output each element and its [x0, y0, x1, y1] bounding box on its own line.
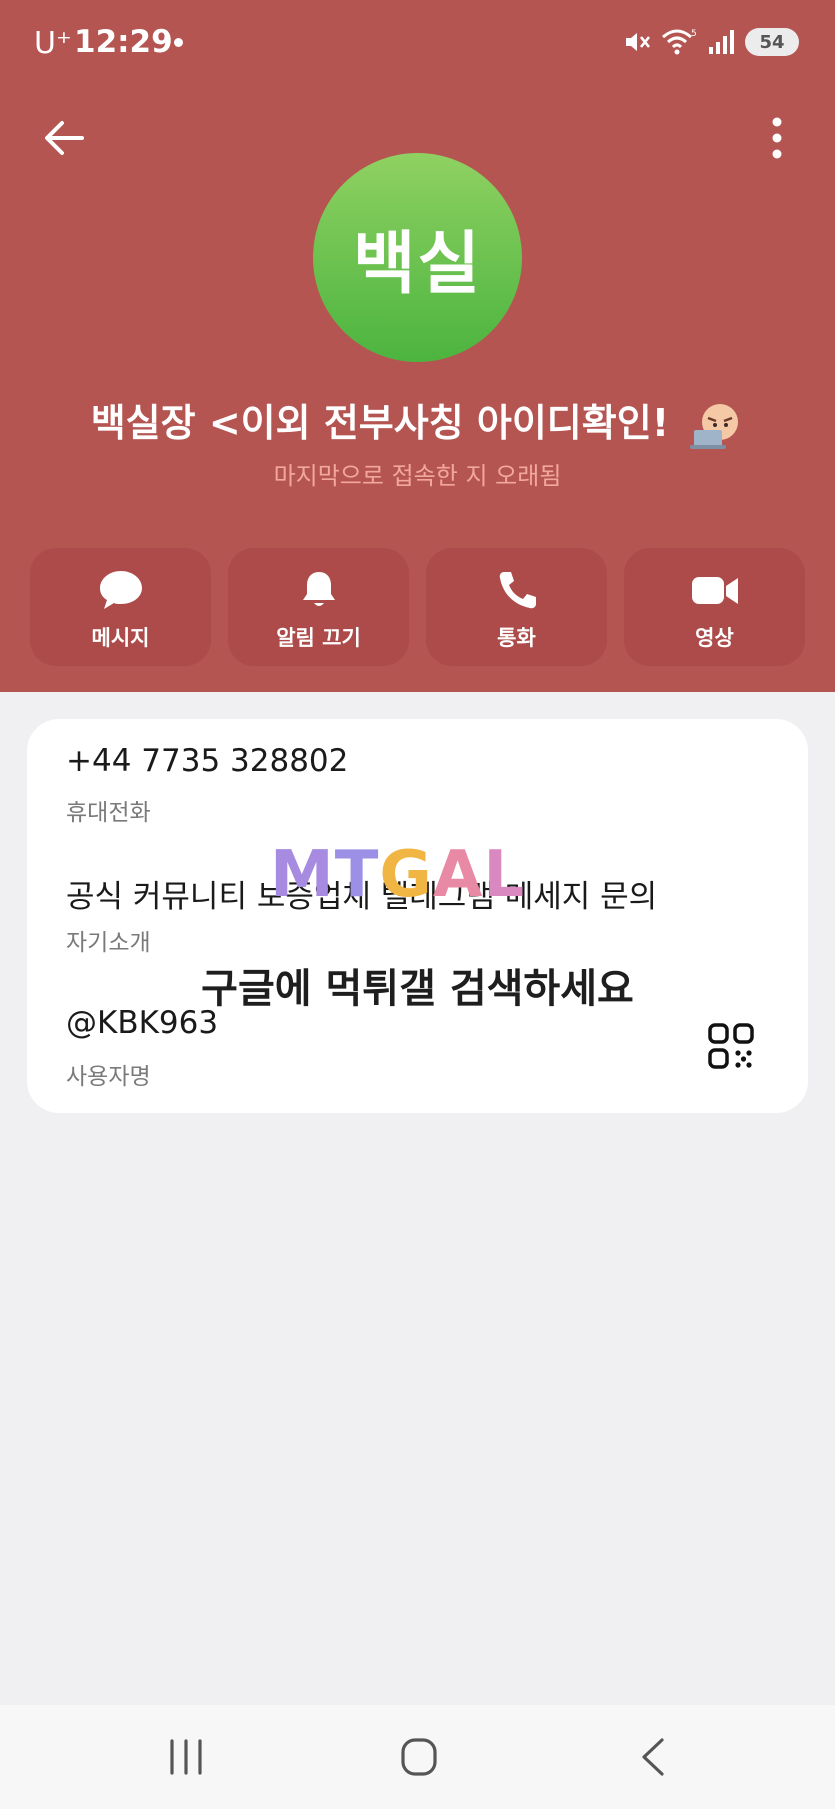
profile-header: U⁺ 12:29 5 54 백실 백실장 <이외 전부사칭 아이디확인! 마지막…	[0, 0, 835, 692]
message-button-label: 메시지	[91, 626, 150, 650]
bell-icon	[302, 572, 335, 606]
signal-icon	[709, 30, 734, 54]
status-bar: U⁺ 12:29 5 54	[0, 0, 835, 90]
mute-notifications-button[interactable]: 알림 끄기	[228, 548, 409, 666]
last-seen-status: 마지막으로 접속한 지 오래됨	[273, 462, 562, 490]
phone-label: 휴대전화	[66, 800, 151, 826]
more-vertical-icon	[772, 117, 782, 159]
username[interactable]: @KBK963	[66, 1005, 218, 1041]
carrier-label: U⁺	[34, 26, 72, 61]
call-button[interactable]: 통화	[426, 548, 607, 666]
username-label: 사용자명	[66, 1064, 151, 1090]
profile-name: 백실장 <이외 전부사칭 아이디확인!	[90, 401, 670, 445]
qr-code-icon	[708, 1023, 754, 1069]
phone-icon	[499, 572, 536, 609]
phone-number[interactable]: +44 7735 328802	[66, 743, 348, 779]
call-button-label: 통화	[497, 626, 536, 650]
message-button[interactable]: 메시지	[30, 548, 211, 666]
more-options-button[interactable]	[759, 112, 795, 164]
laptop-emoji-icon	[690, 403, 739, 449]
qr-code-button[interactable]	[707, 1022, 755, 1070]
home-icon	[401, 1738, 437, 1776]
system-back-button[interactable]	[624, 1729, 684, 1785]
back-arrow-icon	[45, 121, 84, 155]
bio-text[interactable]: 공식 커뮤니티 보증업체 텔레그램 메세지 문의	[66, 871, 657, 916]
chat-bubble-icon	[99, 571, 142, 609]
recent-apps-button[interactable]	[156, 1729, 216, 1785]
recent-apps-icon	[170, 1739, 202, 1775]
back-button[interactable]	[38, 112, 90, 164]
bio-label: 자기소개	[66, 930, 151, 956]
svg-text:5: 5	[691, 29, 697, 39]
video-call-button-label: 영상	[695, 626, 734, 650]
notification-dot-icon	[174, 38, 183, 47]
action-buttons: 메시지 알림 끄기 통화 영상	[30, 548, 805, 666]
battery-indicator: 54	[745, 28, 799, 56]
wifi-icon: 5	[662, 29, 697, 55]
home-button[interactable]	[389, 1729, 449, 1785]
video-call-button[interactable]: 영상	[624, 548, 805, 666]
profile-name-row: 백실장 <이외 전부사칭 아이디확인!	[0, 392, 835, 452]
clock: 12:29	[74, 24, 173, 60]
mute-icon	[626, 33, 651, 51]
status-icons: 5 54	[623, 25, 799, 59]
system-nav-bar	[0, 1705, 835, 1809]
video-camera-icon	[691, 577, 738, 604]
back-icon	[642, 1738, 664, 1776]
info-card: +44 7735 328802 휴대전화 공식 커뮤니티 보증업체 텔레그램 메…	[27, 719, 808, 1113]
mute-notifications-label: 알림 끄기	[276, 626, 361, 650]
avatar[interactable]: 백실	[313, 153, 522, 362]
